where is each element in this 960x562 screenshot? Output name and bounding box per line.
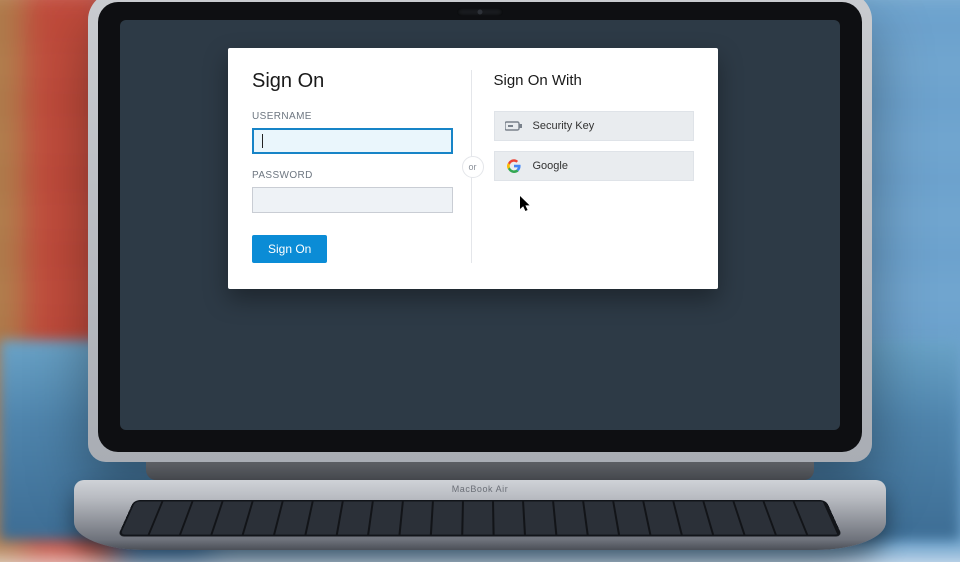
laptop: Sign On USERNAME PASSWORD	[88, 0, 872, 550]
signon-button[interactable]: Sign On	[252, 235, 327, 263]
password-field: PASSWORD	[252, 170, 453, 213]
username-input[interactable]	[252, 128, 453, 154]
sso-title: Sign On With	[494, 72, 695, 89]
username-field: USERNAME	[252, 111, 453, 154]
or-divider: or	[462, 156, 484, 178]
provider-security-key[interactable]: Security Key	[494, 111, 695, 141]
keyboard	[118, 500, 843, 536]
sso-panel: or Sign On With Security Key	[471, 70, 695, 263]
provider-label: Security Key	[533, 120, 595, 132]
provider-google[interactable]: Google	[494, 151, 695, 181]
password-label: PASSWORD	[252, 170, 453, 181]
signon-title: Sign On	[252, 70, 453, 93]
webcam	[457, 8, 503, 16]
signon-card: Sign On USERNAME PASSWORD	[228, 48, 718, 289]
text-caret	[262, 134, 263, 148]
google-icon	[505, 159, 523, 173]
security-key-icon	[505, 119, 523, 133]
provider-label: Google	[533, 160, 568, 172]
signon-form: Sign On USERNAME PASSWORD	[252, 70, 471, 263]
username-label: USERNAME	[252, 111, 453, 122]
laptop-brand: MacBook Air	[74, 484, 886, 494]
screen-bezel: Sign On USERNAME PASSWORD	[98, 2, 862, 452]
laptop-lid: Sign On USERNAME PASSWORD	[88, 0, 872, 462]
laptop-hinge	[146, 462, 814, 480]
screen-viewport: Sign On USERNAME PASSWORD	[120, 20, 840, 430]
password-input[interactable]	[252, 187, 453, 213]
